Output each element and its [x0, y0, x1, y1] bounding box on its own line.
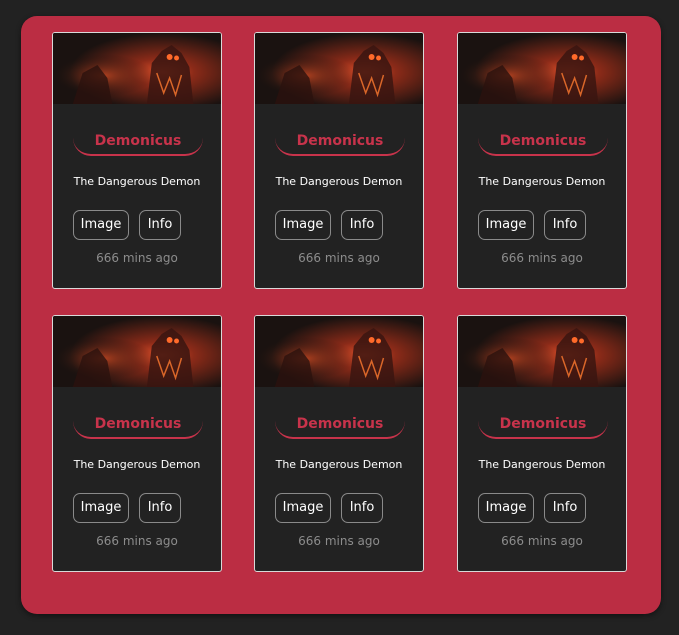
card-thumbnail[interactable]	[53, 33, 221, 104]
demon-artwork-image	[255, 316, 423, 387]
card-title-underline: Demonicus	[73, 413, 203, 439]
info-button[interactable]: Info	[341, 210, 383, 240]
card-title: Demonicus	[94, 133, 182, 149]
card-title: Demonicus	[499, 133, 587, 149]
card-subtitle: The Dangerous Demon	[478, 175, 606, 188]
card-timestamp: 666 mins ago	[96, 251, 178, 265]
card-title-underline: Demonicus	[275, 130, 405, 156]
card-title-underline: Demonicus	[478, 413, 608, 439]
card: Demonicus The Dangerous Demon Image Info…	[254, 32, 424, 289]
image-button[interactable]: Image	[73, 493, 129, 523]
card-timestamp: 666 mins ago	[501, 534, 583, 548]
card-title: Demonicus	[296, 416, 384, 432]
demon-artwork-image	[53, 316, 221, 387]
card-subtitle: The Dangerous Demon	[275, 175, 403, 188]
card-title-underline: Demonicus	[275, 413, 405, 439]
card-thumbnail[interactable]	[255, 33, 423, 104]
card-subtitle: The Dangerous Demon	[478, 458, 606, 471]
card-timestamp: 666 mins ago	[298, 251, 380, 265]
card-thumbnail[interactable]	[458, 316, 626, 387]
card-subtitle: The Dangerous Demon	[73, 175, 201, 188]
card-subtitle: The Dangerous Demon	[275, 458, 403, 471]
card: Demonicus The Dangerous Demon Image Info…	[254, 315, 424, 572]
card-subtitle: The Dangerous Demon	[73, 458, 201, 471]
card-title: Demonicus	[94, 416, 182, 432]
info-button[interactable]: Info	[544, 493, 586, 523]
card-thumbnail[interactable]	[53, 316, 221, 387]
image-button[interactable]: Image	[478, 210, 534, 240]
card-title-underline: Demonicus	[73, 130, 203, 156]
card: Demonicus The Dangerous Demon Image Info…	[457, 32, 627, 289]
image-button[interactable]: Image	[73, 210, 129, 240]
card-thumbnail[interactable]	[255, 316, 423, 387]
card-grid-panel: Demonicus The Dangerous Demon Image Info…	[21, 16, 661, 614]
info-button[interactable]: Info	[544, 210, 586, 240]
card-timestamp: 666 mins ago	[298, 534, 380, 548]
image-button[interactable]: Image	[275, 493, 331, 523]
card-timestamp: 666 mins ago	[501, 251, 583, 265]
info-button[interactable]: Info	[139, 493, 181, 523]
image-button[interactable]: Image	[275, 210, 331, 240]
card-thumbnail[interactable]	[458, 33, 626, 104]
card: Demonicus The Dangerous Demon Image Info…	[457, 315, 627, 572]
demon-artwork-image	[458, 33, 626, 104]
card: Demonicus The Dangerous Demon Image Info…	[52, 315, 222, 572]
info-button[interactable]: Info	[341, 493, 383, 523]
demon-artwork-image	[53, 33, 221, 104]
card-title: Demonicus	[296, 133, 384, 149]
image-button[interactable]: Image	[478, 493, 534, 523]
demon-artwork-image	[458, 316, 626, 387]
card: Demonicus The Dangerous Demon Image Info…	[52, 32, 222, 289]
card-timestamp: 666 mins ago	[96, 534, 178, 548]
card-title: Demonicus	[499, 416, 587, 432]
card-title-underline: Demonicus	[478, 130, 608, 156]
info-button[interactable]: Info	[139, 210, 181, 240]
demon-artwork-image	[255, 33, 423, 104]
